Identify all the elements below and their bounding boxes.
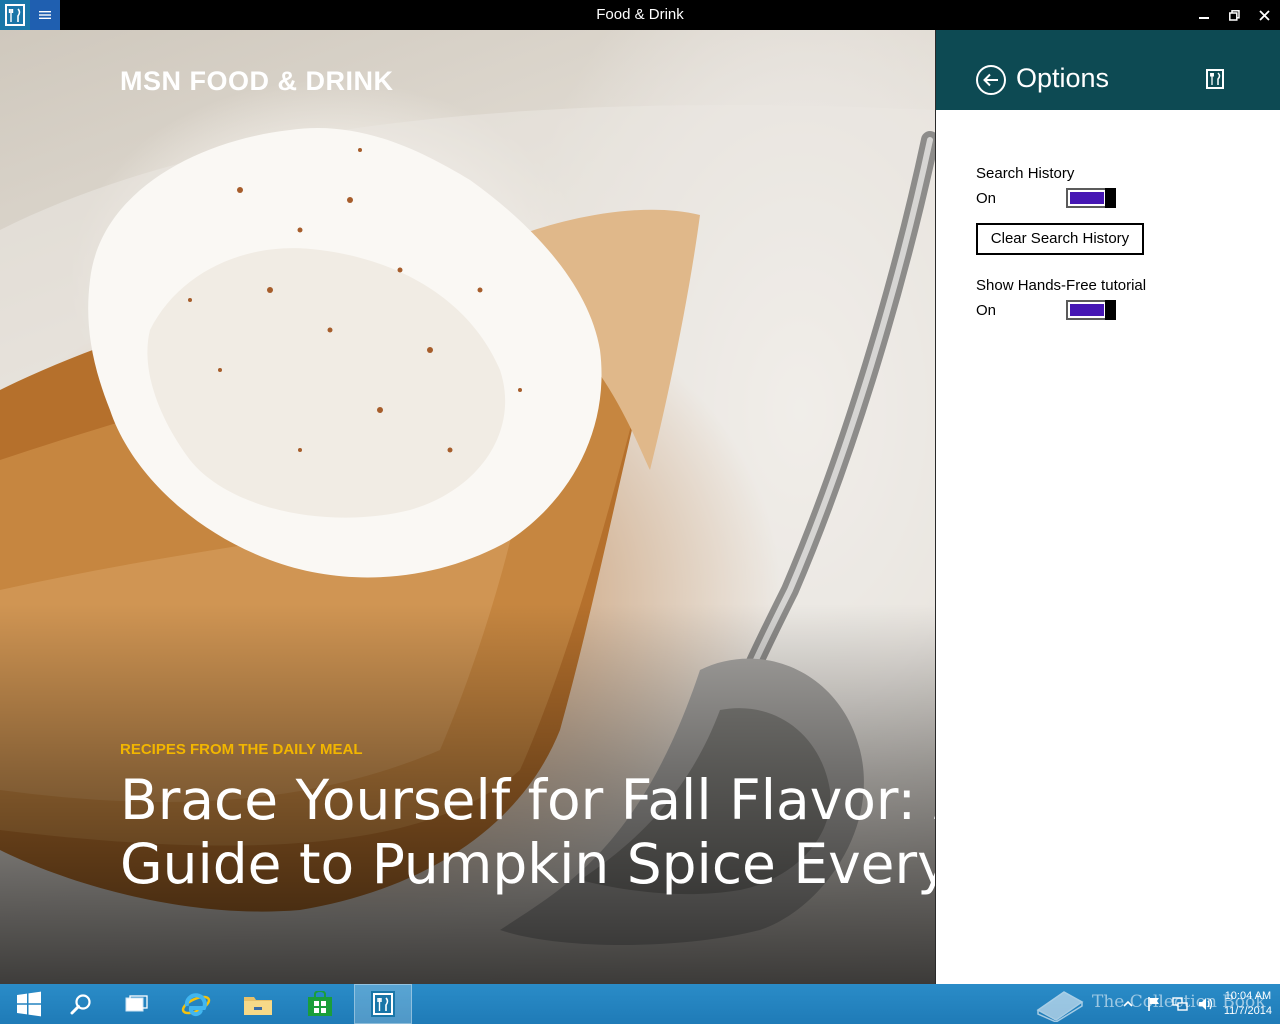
toggle-fill xyxy=(1070,192,1104,204)
store-icon xyxy=(308,991,332,1016)
windows-logo-icon xyxy=(17,991,41,1017)
toggle-thumb[interactable] xyxy=(1105,188,1116,208)
window-title: Food & Drink xyxy=(596,6,684,23)
flag-icon[interactable] xyxy=(1146,996,1162,1012)
brand-title[interactable]: MSN FOOD & DRINK xyxy=(120,66,394,97)
internet-explorer-button[interactable] xyxy=(167,984,225,1024)
toggle-fill xyxy=(1070,304,1104,316)
search-icon xyxy=(70,994,91,1015)
food-drink-app-icon[interactable] xyxy=(0,0,30,30)
task-view-icon xyxy=(125,995,148,1012)
search-button[interactable] xyxy=(52,984,110,1024)
food-drink-taskbar-button[interactable] xyxy=(354,984,412,1024)
headline-line-1: Brace Yourself for Fall Flavor: A xyxy=(120,768,935,832)
clock-time: 10:04 AM xyxy=(1224,990,1272,1002)
options-header: Options xyxy=(936,30,1280,110)
clear-search-history-button[interactable]: Clear Search History xyxy=(976,223,1144,255)
hands-free-tutorial-label: Show Hands-Free tutorial xyxy=(976,277,1147,294)
search-history-label: Search History xyxy=(976,165,1075,182)
article-category[interactable]: RECIPES FROM THE DAILY MEAL xyxy=(120,741,363,758)
clock-date: 11/7/2014 xyxy=(1223,1005,1272,1017)
search-history-toggle[interactable] xyxy=(1066,188,1116,208)
article-headline[interactable]: Brace Yourself for Fall Flavor: A Guide … xyxy=(120,768,935,896)
fork-knife-icon xyxy=(1206,69,1224,89)
task-view-button[interactable] xyxy=(108,984,166,1024)
toggle-thumb[interactable] xyxy=(1105,300,1116,320)
options-pane: Options Search History On Clear Search H… xyxy=(935,30,1280,984)
show-hidden-icons[interactable] xyxy=(1120,996,1136,1012)
title-bar: Food & Drink xyxy=(0,0,1280,30)
hamburger-menu-icon[interactable] xyxy=(30,0,60,30)
hero-article[interactable]: MSN FOOD & DRINK RECIPES FROM THE DAILY … xyxy=(0,30,935,984)
file-explorer-button[interactable] xyxy=(229,984,287,1024)
store-button[interactable] xyxy=(291,984,349,1024)
volume-icon[interactable] xyxy=(1198,996,1214,1012)
hands-free-tutorial-toggle[interactable] xyxy=(1066,300,1116,320)
book-icon xyxy=(1036,991,1084,1022)
internet-explorer-icon xyxy=(181,993,211,1017)
close-icon[interactable] xyxy=(1246,0,1280,30)
search-history-state: On xyxy=(976,190,997,207)
taskbar-clock[interactable]: 10:04 AM 11/7/2014 xyxy=(1224,989,1272,1019)
start-button[interactable] xyxy=(0,984,58,1024)
back-arrow-icon[interactable] xyxy=(976,65,1006,95)
folder-icon xyxy=(244,997,272,1015)
food-drink-app-icon xyxy=(371,991,395,1017)
network-icon[interactable] xyxy=(1172,996,1188,1012)
system-tray: 10:04 AM 11/7/2014 xyxy=(1120,984,1272,1024)
taskbar: 10:04 AM 11/7/2014 The Collection Book xyxy=(0,984,1280,1024)
headline-line-2: Guide to Pumpkin Spice Everythin xyxy=(120,832,935,896)
hands-free-tutorial-state: On xyxy=(976,302,997,319)
options-title: Options xyxy=(1016,63,1110,93)
